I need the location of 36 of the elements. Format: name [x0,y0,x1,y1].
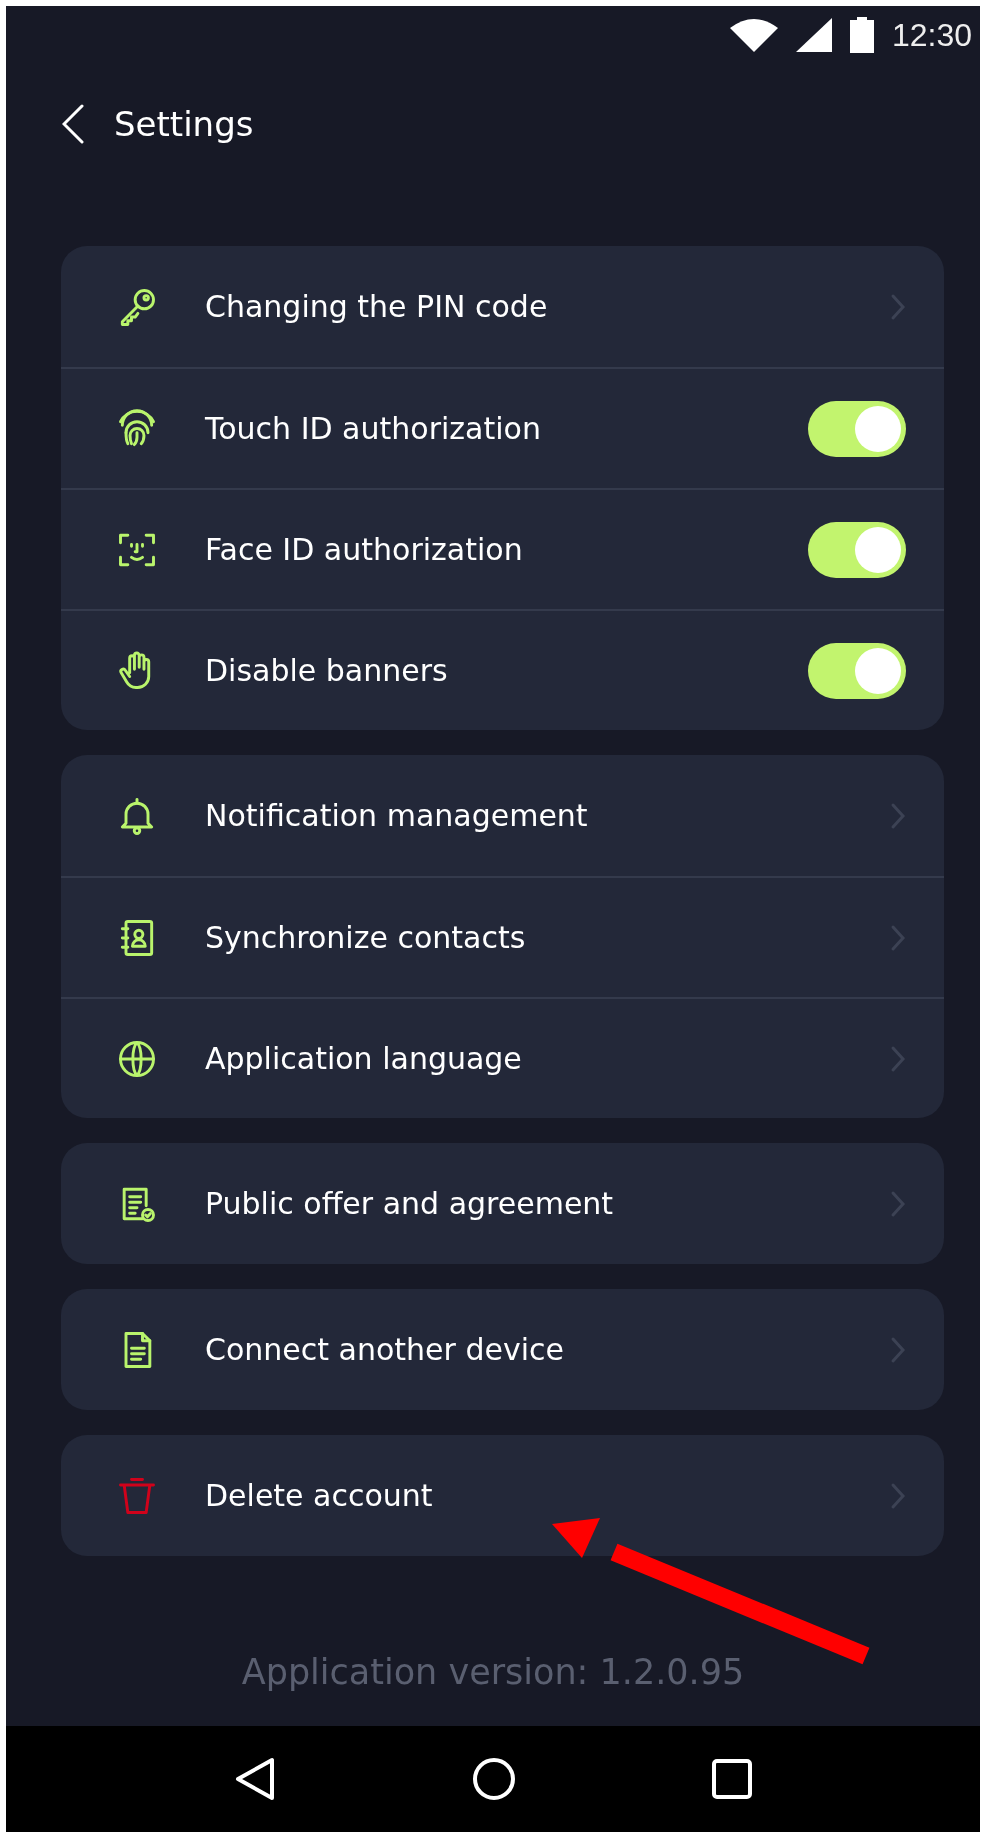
settings-row[interactable]: Delete account [61,1435,944,1556]
chevron-right-icon [890,801,906,830]
settings-row[interactable]: Synchronize contacts [61,876,944,997]
row-label: Connect another device [205,1332,565,1367]
settings-row[interactable]: Face ID authorization [61,488,944,609]
page-title: Settings [114,104,254,144]
home-circle-icon[interactable] [471,1756,517,1802]
status-time: 12:30 [891,16,972,54]
row-label: Notification management [205,798,589,833]
chevron-right-icon [890,1335,906,1364]
chevron-right-icon [890,1044,906,1073]
settings-row[interactable]: Application language [61,997,944,1118]
row-label: Delete account [205,1478,434,1513]
settings-row[interactable]: Public offer and agreement [61,1143,944,1264]
row-label: Changing the PIN code [205,289,549,324]
back-icon[interactable] [62,104,84,144]
settings-row[interactable]: Connect another device [61,1289,944,1410]
row-label: Public offer and agreement [205,1186,615,1221]
row-label: Face ID authorization [205,532,524,567]
battery-icon [849,17,874,53]
row-label: Synchronize contacts [205,920,527,955]
chevron-right-icon [890,1481,906,1510]
row-label: Disable banners [205,653,449,688]
row-label: Touch ID authorization [205,411,542,446]
chevron-right-icon [890,1189,906,1218]
settings-row[interactable]: Changing the PIN code [61,246,944,367]
version-text: Application version: 1.2.0.95 [241,1652,745,1692]
row-label: Application language [205,1041,523,1076]
settings-row[interactable]: Touch ID authorization [61,367,944,488]
settings-row[interactable]: Disable banners [61,609,944,730]
wifi-icon [729,18,778,52]
signal-icon [795,18,832,52]
settings-row[interactable]: Notification management [61,755,944,876]
chevron-right-icon [890,292,906,321]
square-icon[interactable] [709,1757,754,1801]
chevron-right-icon [890,923,906,952]
